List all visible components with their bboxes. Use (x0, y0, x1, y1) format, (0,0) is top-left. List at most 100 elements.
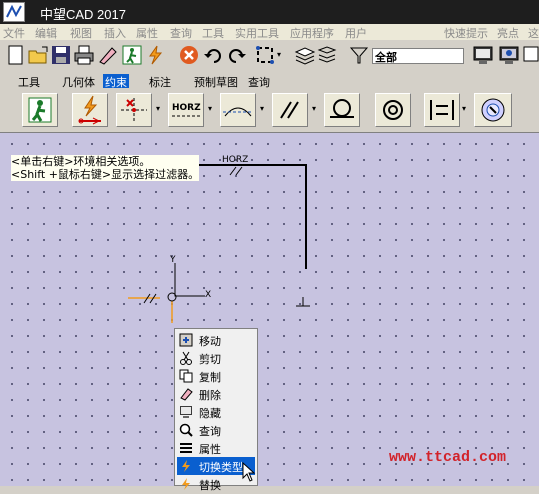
lightning-icon[interactable] (144, 44, 166, 66)
pencil-eraser-icon[interactable] (96, 44, 118, 66)
tangent-icon[interactable] (220, 93, 256, 127)
context-label-query: 查询 (199, 425, 221, 438)
menu-more[interactable]: 这 (528, 25, 539, 41)
menu-insert[interactable]: 插入 (104, 25, 126, 41)
chevron-down-icon[interactable]: ▾ (312, 104, 318, 114)
ribbon-tabs: 工具 几何体 约束 标注 预制草图 查询 (0, 72, 539, 90)
context-label-hide: 隐藏 (199, 407, 221, 420)
watermark-text: www.ttcad.com (389, 449, 507, 466)
tangent-circle-icon[interactable] (324, 93, 360, 127)
axis-x-label: X (205, 290, 212, 300)
tab-dimension[interactable]: 标注 (147, 74, 173, 89)
horz-label: HORZ (172, 103, 201, 113)
chevron-down-icon[interactable]: ▾ (156, 104, 162, 114)
scissors-icon (179, 351, 193, 365)
equal-icon[interactable] (424, 93, 460, 127)
context-item-properties[interactable]: 属性 (177, 439, 255, 457)
context-label-properties: 属性 (199, 443, 221, 456)
horz-dim-label: HORZ (222, 155, 249, 165)
copy-icon (179, 369, 193, 383)
perpendicular-symbol (296, 297, 310, 307)
context-label-copy: 复制 (199, 371, 221, 384)
undo-icon[interactable] (202, 44, 224, 66)
tab-constraints[interactable]: 约束 (103, 74, 129, 89)
tooltip-line-1: <单击右键>环境相关选项。 (11, 155, 151, 168)
mouse-cursor-icon (242, 461, 256, 482)
parallel-icon[interactable] (272, 93, 308, 127)
properties-icon (179, 441, 193, 455)
switch-type-icon (179, 459, 193, 473)
regen-icon[interactable] (254, 44, 276, 66)
chevron-down-icon[interactable]: ▾ (208, 104, 214, 114)
app-logo-icon (3, 2, 25, 22)
menu-tools[interactable]: 工具 (202, 25, 224, 41)
layer-state-icon[interactable] (316, 44, 338, 66)
magnifier-icon (179, 423, 193, 437)
context-item-move[interactable]: 移动 (177, 331, 255, 349)
stop-icon[interactable] (178, 44, 200, 66)
monitor-settings-icon[interactable] (498, 44, 520, 66)
menu-properties[interactable]: 属性 (136, 25, 158, 41)
selected-line[interactable] (128, 297, 173, 323)
menu-quick-tips[interactable]: 快速提示 (444, 25, 488, 41)
move-icon (179, 333, 193, 347)
grip-point[interactable] (167, 292, 177, 302)
context-label-cut: 剪切 (199, 353, 221, 366)
menu-bar: 文件 编辑 视图 插入 属性 查询 工具 实用工具 应用程序 用户 快速提示 亮… (0, 24, 539, 40)
replace-icon (179, 477, 193, 491)
axis-y-label: Y (170, 255, 176, 265)
auto-constrain-icon[interactable] (72, 93, 108, 127)
title-bar: 中望CAD 2017 (0, 0, 539, 24)
horizontal-constraint-button[interactable]: HORZ (168, 93, 204, 127)
chevron-down-icon[interactable]: ▾ (260, 104, 266, 114)
canvas-tooltip: <单击右键>环境相关选项。 <Shift +鼠标右键>显示选择过滤器。 (11, 155, 200, 181)
layer-select-value: 全部 (375, 51, 397, 64)
filter-icon[interactable] (348, 44, 370, 66)
menu-file[interactable]: 文件 (3, 25, 25, 41)
drawing-canvas[interactable]: HORZ Y X (0, 133, 539, 486)
context-item-copy[interactable]: 复制 (177, 367, 255, 385)
chevron-down-icon[interactable]: ▾ (462, 104, 468, 114)
constraints-toolbar: ▾ HORZ ▾ ▾ ▾ ▾ (0, 90, 539, 133)
menu-edit[interactable]: 编辑 (35, 25, 57, 41)
print-icon[interactable] (73, 44, 95, 66)
context-label-move: 移动 (199, 335, 221, 348)
chevron-down-icon[interactable]: ▾ (277, 50, 285, 72)
constraint-settings-icon[interactable] (474, 93, 512, 127)
standard-toolbar: ▾ 全部 (0, 40, 539, 73)
exit-icon[interactable] (22, 93, 58, 127)
open-folder-icon[interactable] (27, 44, 49, 66)
context-item-hide[interactable]: 隐藏 (177, 403, 255, 421)
menu-utilities[interactable]: 实用工具 (235, 25, 279, 41)
menu-applications[interactable]: 应用程序 (290, 25, 334, 41)
context-item-delete[interactable]: 删除 (177, 385, 255, 403)
drawn-line[interactable] (193, 164, 307, 269)
parallel-mark (229, 166, 243, 176)
layer-manager-icon[interactable] (294, 44, 316, 66)
concentric-icon[interactable] (375, 93, 411, 127)
window-title: 中望CAD 2017 (40, 7, 126, 22)
menu-view[interactable]: 视图 (70, 25, 92, 41)
tooltip-line-2: <Shift +鼠标右键>显示选择过滤器。 (11, 168, 200, 181)
context-item-query[interactable]: 查询 (177, 421, 255, 439)
save-icon[interactable] (50, 44, 72, 66)
tab-geometry[interactable]: 几何体 (60, 74, 97, 89)
coincident-icon[interactable] (116, 93, 152, 127)
redo-icon[interactable] (226, 44, 248, 66)
context-label-delete: 删除 (199, 389, 221, 402)
monitor-icon (179, 405, 193, 419)
new-file-icon[interactable] (4, 44, 26, 66)
menu-highlight[interactable]: 亮点 (497, 25, 519, 41)
tab-tools[interactable]: 工具 (16, 74, 42, 89)
tab-query[interactable]: 查询 (246, 74, 272, 89)
exit-icon[interactable] (121, 44, 143, 66)
tab-preset-sketch[interactable]: 预制草图 (192, 74, 240, 89)
menu-user[interactable]: 用户 (345, 25, 367, 41)
context-label-switch-type: 切换类型 (199, 461, 243, 474)
ucs-axes (174, 263, 205, 297)
layer-select[interactable]: 全部 (372, 48, 464, 64)
monitor-icon[interactable] (472, 44, 494, 66)
menu-query[interactable]: 查询 (170, 25, 192, 41)
more-icon[interactable] (521, 44, 539, 66)
context-item-cut[interactable]: 剪切 (177, 349, 255, 367)
